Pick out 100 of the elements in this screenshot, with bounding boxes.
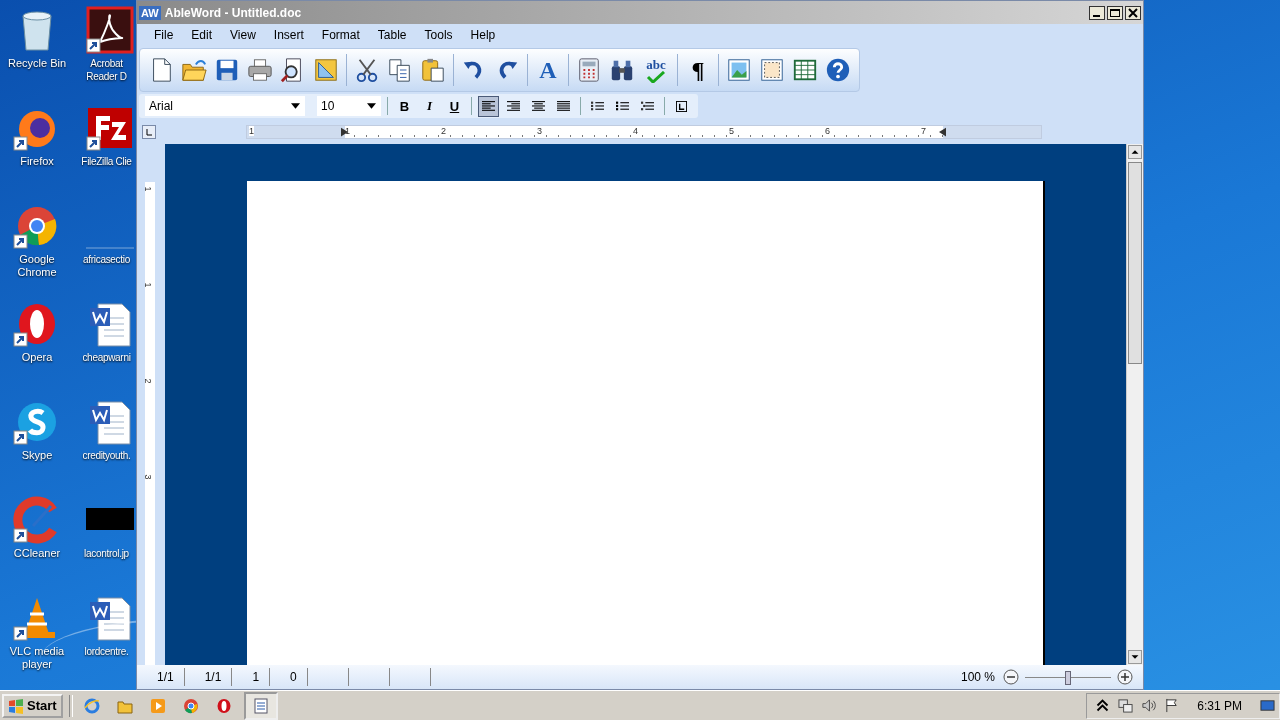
icon-label[interactable]: FileZilla Clie <box>78 155 135 168</box>
ruler-number: 4 <box>633 126 638 136</box>
caret-icon <box>367 103 376 109</box>
copy-icon[interactable] <box>387 57 413 83</box>
zoom-slider-thumb[interactable] <box>1065 670 1071 685</box>
scroll-down-icon[interactable] <box>1128 650 1142 664</box>
help-icon[interactable] <box>825 57 851 83</box>
status-cell: 1/1 <box>184 668 233 686</box>
scrollbar-thumb[interactable] <box>1128 162 1142 364</box>
volume-icon[interactable] <box>1141 698 1157 713</box>
print-icon[interactable] <box>247 57 273 83</box>
paste-icon[interactable] <box>420 57 446 83</box>
ruler-number: 2 <box>142 378 153 384</box>
menu-item[interactable]: Table <box>368 28 416 42</box>
open-icon[interactable] <box>181 57 207 83</box>
icon-label[interactable]: Google Chrome <box>2 253 72 279</box>
save-icon[interactable] <box>214 57 240 83</box>
paragraph-marks-button[interactable]: ¶ <box>685 56 711 84</box>
bulleted-list-icon <box>616 100 629 112</box>
menu-item[interactable]: Edit <box>182 28 222 42</box>
icon-label[interactable]: Acrobat Reader D <box>78 57 135 83</box>
status-cell: 1/1 <box>137 668 185 686</box>
align-left-icon <box>482 100 495 112</box>
icon-label[interactable]: CCleaner <box>2 547 72 560</box>
align-right-icon <box>507 100 520 112</box>
ableword-icon <box>252 697 269 714</box>
multilevel-list-icon <box>641 100 654 112</box>
font-size-dropdown[interactable]: 10 <box>317 96 381 116</box>
taskbar-button[interactable] <box>243 691 278 720</box>
status-cell: 0 <box>270 668 308 686</box>
icon-label[interactable]: lordcentre. <box>78 645 135 658</box>
icon-label[interactable]: VLC media player <box>2 645 72 671</box>
cut-icon[interactable] <box>354 57 380 83</box>
show-desktop-icon[interactable] <box>1260 698 1275 713</box>
zoom-out-icon[interactable] <box>1003 669 1019 685</box>
minimize-icon[interactable] <box>1089 5 1105 20</box>
frame-icon[interactable] <box>759 57 785 83</box>
app-logo: AW <box>139 5 161 20</box>
ruler-number: 1 <box>142 186 153 192</box>
status-cell: 1 <box>232 668 271 686</box>
clock[interactable]: 6:31 PM <box>1197 698 1242 713</box>
bold-button[interactable]: B <box>394 95 415 117</box>
start-button[interactable]: Start <box>2 693 63 718</box>
vertical-scrollbar[interactable] <box>1126 144 1143 665</box>
menu-item[interactable]: View <box>221 28 265 42</box>
menu-item[interactable]: File <box>145 28 183 42</box>
window-title: AbleWord - Untitled.doc <box>164 5 302 20</box>
menu-item[interactable]: Insert <box>264 28 313 42</box>
font-dropdown[interactable]: Arial <box>145 96 305 116</box>
indent-marker-icon[interactable] <box>341 127 348 137</box>
ruler-number: 6 <box>825 126 830 136</box>
align-center-icon <box>532 100 545 112</box>
ie-icon <box>83 697 100 714</box>
menu-item[interactable]: Help <box>461 28 505 42</box>
setsquare-icon[interactable] <box>313 57 339 83</box>
chrome-icon <box>182 697 199 714</box>
icon-label[interactable]: Firefox <box>2 155 72 168</box>
media-icon <box>149 697 166 714</box>
icon-label[interactable]: lacontrol.jp <box>78 547 135 560</box>
icon-label[interactable]: africasectio <box>78 253 135 266</box>
spell-check-button[interactable]: abc <box>642 57 670 83</box>
acrobat-icon[interactable] <box>86 6 134 54</box>
ruler-number: 1 <box>142 282 153 288</box>
tab-selector-icon[interactable] <box>142 125 156 139</box>
zoom-in-icon[interactable] <box>1117 669 1133 685</box>
image-icon[interactable] <box>726 57 752 83</box>
flag-icon[interactable] <box>1164 698 1180 713</box>
network-icon[interactable] <box>1118 698 1134 713</box>
menu-item[interactable]: Format <box>312 28 369 42</box>
icon-label[interactable]: cheapwarni <box>78 351 135 364</box>
ruler-number: 1 <box>249 126 254 136</box>
icon-label[interactable]: Skype <box>2 449 72 462</box>
icon-label[interactable]: credityouth. <box>78 449 135 462</box>
show-hidden-icons-icon[interactable] <box>1095 698 1111 713</box>
opera-icon <box>215 697 232 714</box>
zoom-level: 100 % <box>960 670 995 684</box>
numbered-list-icon <box>591 100 604 112</box>
ruler-number: 7 <box>921 126 926 136</box>
underline-button[interactable]: U <box>444 95 465 117</box>
checkmark-icon <box>646 70 666 83</box>
maximize-icon[interactable] <box>1107 5 1123 20</box>
font-button[interactable]: A <box>535 56 561 84</box>
close-icon[interactable] <box>1125 5 1141 20</box>
ruler-number: 2 <box>441 126 446 136</box>
tab-stop-icon <box>675 100 688 112</box>
ruler-number: 5 <box>729 126 734 136</box>
ruler-number: 3 <box>142 474 153 480</box>
indent-marker-icon[interactable] <box>939 127 946 137</box>
scroll-up-icon[interactable] <box>1128 145 1142 159</box>
italic-button[interactable]: I <box>419 95 440 117</box>
ruler-number: 3 <box>537 126 542 136</box>
caret-icon <box>291 103 300 109</box>
calculator-icon[interactable] <box>576 57 602 83</box>
windows-logo-icon <box>8 697 24 714</box>
align-justify-icon <box>557 100 570 112</box>
icon-label[interactable]: Opera <box>2 351 72 364</box>
menu-item[interactable]: Tools <box>415 28 462 42</box>
align-left-button[interactable] <box>478 95 499 117</box>
table-icon[interactable] <box>792 57 818 83</box>
icon-label[interactable]: Recycle Bin <box>2 57 72 70</box>
